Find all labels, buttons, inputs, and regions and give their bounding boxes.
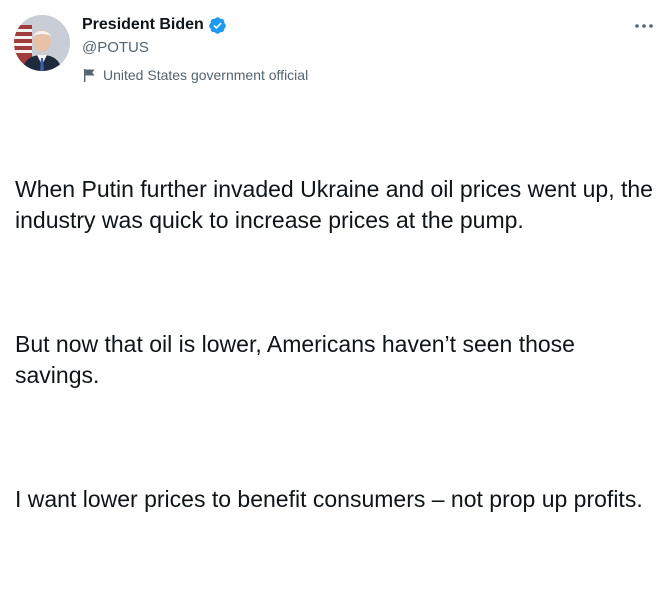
tweet-card: President Biden @POTUS United States gov: [0, 0, 670, 512]
tweet-paragraph: When Putin further invaded Ukraine and o…: [15, 176, 660, 233]
gov-label-text: United States government official: [103, 67, 309, 83]
tweet-paragraph: I want lower prices to benefit consumers…: [15, 486, 643, 512]
tweet-paragraph: But now that oil is lower, Americans hav…: [15, 331, 582, 388]
tweet-text: When Putin further invaded Ukraine and o…: [15, 112, 663, 608]
verified-badge-icon: [208, 16, 227, 35]
tweet-header: President Biden @POTUS United States gov: [14, 12, 656, 84]
handle[interactable]: @POTUS: [82, 38, 308, 58]
government-label: United States government official: [82, 66, 308, 84]
more-options-icon[interactable]: [632, 18, 656, 34]
author-info: President Biden @POTUS United States gov: [82, 12, 308, 84]
display-name[interactable]: President Biden: [82, 14, 204, 36]
flag-icon: [82, 68, 97, 83]
avatar[interactable]: [14, 15, 70, 71]
avatar-portrait-icon: [14, 15, 70, 71]
name-row: President Biden: [82, 12, 308, 38]
